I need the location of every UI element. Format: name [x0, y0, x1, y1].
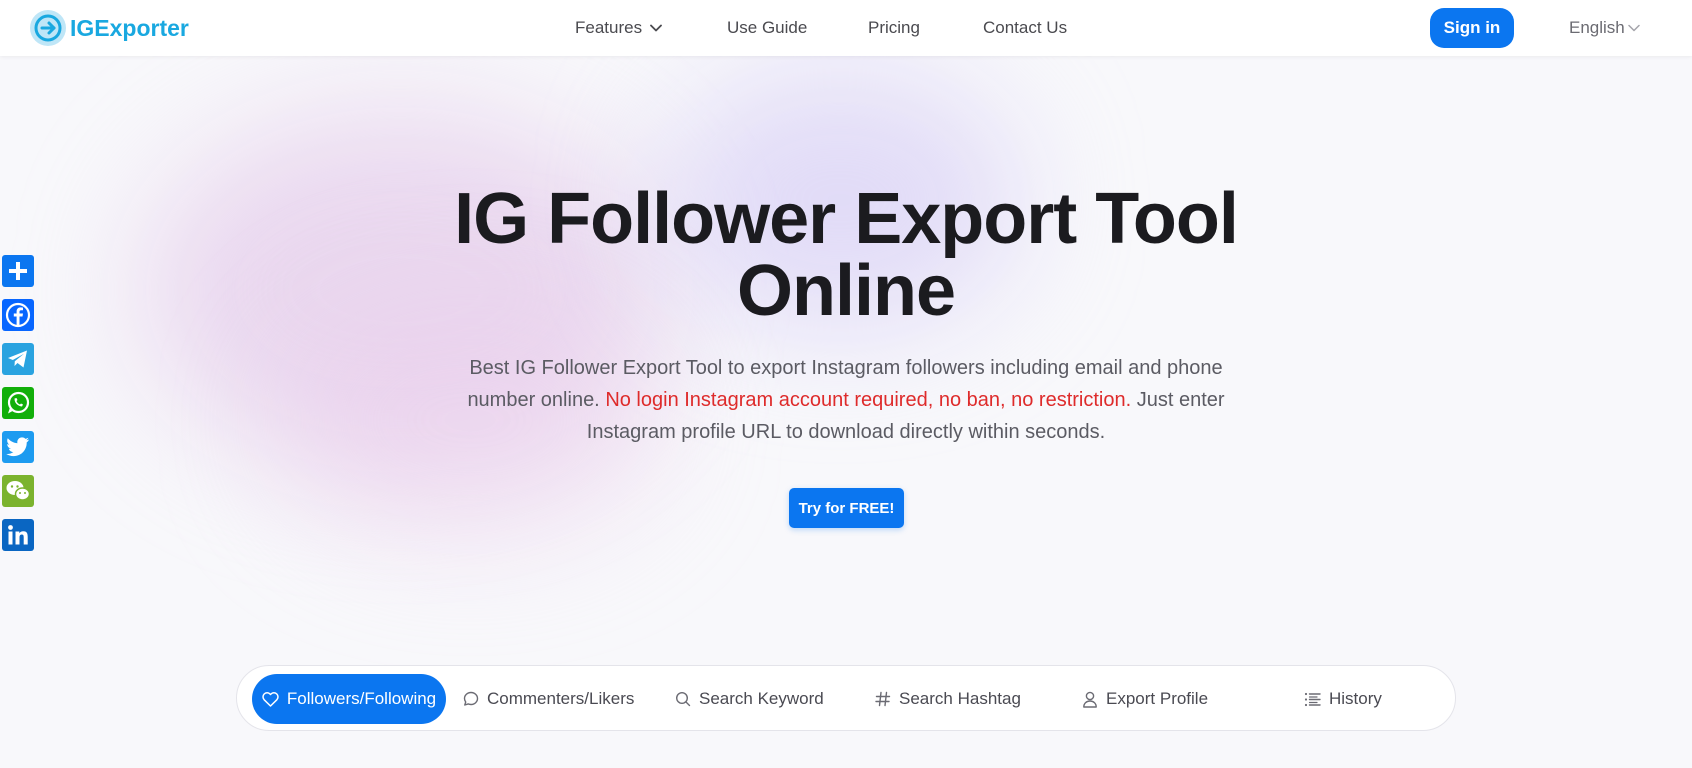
logo-text: IGExporter — [70, 14, 189, 41]
tab-followers-following[interactable]: Followers/Following — [252, 674, 446, 724]
hero-title-line2: Online — [736, 251, 956, 331]
facebook-icon[interactable] — [2, 299, 34, 331]
nav-features[interactable]: Features — [575, 18, 662, 38]
nav-contact-us[interactable]: Contact Us — [983, 18, 1067, 38]
tab-keyword-label: Search Keyword — [699, 689, 824, 708]
logo[interactable]: IGExporter — [30, 10, 189, 46]
nav-features-label: Features — [575, 18, 643, 37]
tab-search-keyword[interactable]: Search Keyword — [675, 674, 824, 724]
hero-title-line1: IG Follower Export Tool — [454, 179, 1239, 259]
tool-tabs: Followers/Following Commenters/Likers Se… — [236, 665, 1456, 731]
nav-pricing[interactable]: Pricing — [868, 18, 920, 38]
tab-search-hashtag[interactable]: Search Hashtag — [875, 674, 1021, 724]
list-icon — [1304, 692, 1321, 707]
telegram-icon[interactable] — [2, 343, 34, 375]
nav-use-guide[interactable]: Use Guide — [727, 18, 807, 38]
site-header: IGExporter Features Use Guide Pricing Co… — [0, 0, 1692, 56]
try-free-button[interactable]: Try for FREE! — [789, 488, 904, 528]
tab-profile-label: Export Profile — [1106, 689, 1209, 708]
comment-icon — [463, 691, 479, 707]
tab-commenters-label: Commenters/Likers — [487, 689, 635, 708]
tab-history-label: History — [1329, 689, 1382, 708]
chevron-down-icon — [1628, 24, 1640, 32]
tab-hashtag-label: Search Hashtag — [899, 689, 1021, 708]
tab-export-profile[interactable]: Export Profile — [1082, 674, 1208, 724]
search-icon — [675, 691, 691, 707]
wechat-icon[interactable] — [2, 475, 34, 507]
hero-desc-highlight: No login Instagram account required, no … — [605, 389, 1132, 411]
page: IGExporter Features Use Guide Pricing Co… — [0, 0, 1692, 768]
tab-history[interactable]: History — [1304, 674, 1382, 724]
tab-commenters-likers[interactable]: Commenters/Likers — [463, 674, 634, 724]
twitter-icon[interactable] — [2, 431, 34, 463]
tab-followers-label: Followers/Following — [286, 689, 437, 708]
hero-description: Best IG Follower Export Tool to export I… — [446, 352, 1246, 448]
hashtag-icon — [875, 691, 891, 707]
user-icon — [1082, 691, 1098, 708]
arrow-circle-icon — [30, 10, 66, 46]
language-selector[interactable]: English — [1569, 18, 1640, 38]
chevron-down-icon — [650, 24, 662, 32]
share-plus-icon[interactable] — [2, 255, 34, 287]
hero-title: IG Follower Export Tool Online — [346, 183, 1346, 327]
whatsapp-icon[interactable] — [2, 387, 34, 419]
heart-icon — [262, 691, 279, 707]
language-label: English — [1569, 18, 1625, 37]
linkedin-icon[interactable] — [2, 519, 34, 551]
social-share-bar — [2, 255, 34, 563]
sign-in-button[interactable]: Sign in — [1430, 8, 1514, 48]
